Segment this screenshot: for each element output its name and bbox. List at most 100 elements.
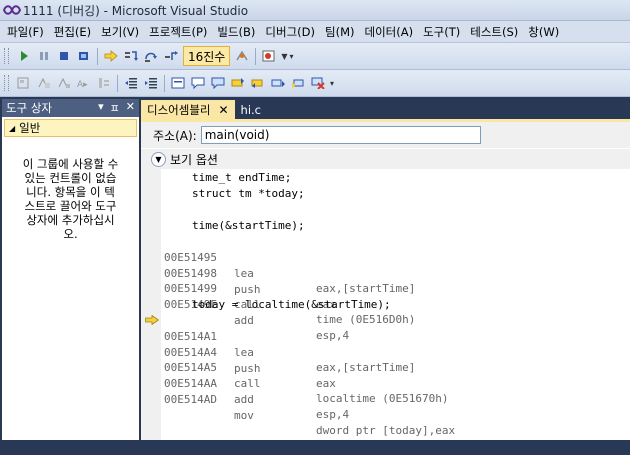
empty-message-line: 오. [63,227,78,241]
menu-window[interactable]: 창(W) [523,24,564,40]
disassembly-window: 주소(A): main(void) ▼ 보기 옵션 time_t endTime… [141,119,630,440]
toolbox-title-bar: 도구 상자 ▾ ㅍ ✕ [2,99,139,117]
continue-icon[interactable] [15,47,33,65]
title-bar: 1111 (디버깅) - Microsoft Visual Studio [0,0,630,21]
asm-opcode: add [234,392,254,406]
toggle-bookmark-icon[interactable] [209,74,227,92]
asm-line: 00E514AD mov dword ptr [today],eax [164,376,455,455]
close-icon[interactable]: ✕ [218,103,228,117]
menu-test[interactable]: 테스트(S) [465,24,523,40]
previous-bookmark-icon[interactable] [229,74,247,92]
tab-label: hi.c [240,103,262,117]
quick-info-icon[interactable] [55,74,73,92]
restart-icon[interactable] [75,47,93,65]
document-tab-bar: 디스어셈블리 ✕ hi.c [141,99,630,119]
asm-opcode: lea [234,266,254,280]
asm-operands: esp,4 [316,408,350,422]
expand-arrow-icon: ◢ [9,123,16,133]
asm-operands: eax,[startTime] [316,282,416,296]
asm-opcode: push [234,361,261,375]
toolbar-separator [117,74,118,92]
asm-opcode: lea [234,345,254,359]
comment-out-icon[interactable] [169,74,187,92]
menu-build[interactable]: 빌드(B) [212,24,260,40]
toolbox-group-general[interactable]: ◢ 일반 [4,119,137,137]
tab-label: 디스어셈블리 [147,102,211,117]
menu-edit[interactable]: 편집(E) [49,24,96,40]
chevron-down-icon[interactable]: ▼ [281,52,287,61]
complete-word-icon[interactable]: A▸ [75,74,93,92]
source-line: struct tm *today; [192,187,305,200]
asm-opcode: call [234,376,261,390]
indicator-margin[interactable] [141,169,161,440]
auto-hide-pin-icon[interactable]: ㅍ [110,100,120,116]
address-bar: 주소(A): main(void) [141,122,630,148]
parameter-info-icon[interactable] [35,74,53,92]
empty-message-line: 상자에 추가하십시 [26,213,115,227]
toolbar-separator [97,47,98,65]
menu-debug[interactable]: 디버그(D) [260,24,320,40]
break-all-icon[interactable] [35,47,53,65]
uncomment-icon[interactable] [189,74,207,92]
svg-text:A▸: A▸ [77,80,88,89]
address-label: 주소(A): [153,128,197,143]
visual-studio-icon [3,3,21,17]
asm-operands: localtime (0E51670h) [316,392,449,406]
object-members-icon[interactable] [15,74,33,92]
toolbar-separator [255,47,257,65]
asm-operands: eax [316,377,336,391]
breakpoints-window-icon[interactable] [260,47,278,65]
toolbar-grip[interactable] [4,48,9,64]
view-options-label: 보기 옵션 [170,152,218,167]
toolbox-empty-message: 이 그룹에 사용할 수 있는 컨트롤이 없습 니다. 항목을 이 텍 스트로 끌… [2,157,139,241]
menu-view[interactable]: 보기(V) [96,24,144,40]
source-line: time_t endTime; [192,171,292,184]
close-icon[interactable]: ✕ [126,100,135,116]
stop-debugging-icon[interactable] [55,47,73,65]
window-title: 1111 (디버깅) - Microsoft Visual Studio [23,3,249,18]
increase-indent-icon[interactable] [142,74,160,92]
current-instruction-arrow-icon [145,315,159,325]
display-word-completion-icon[interactable] [95,74,113,92]
toolbar-grip[interactable] [4,75,9,91]
empty-message-line: 니다. 항목을 이 텍 [26,185,115,199]
step-into-icon[interactable] [122,47,140,65]
tab-disassembly[interactable]: 디스어셈블리 ✕ [141,100,235,119]
hexadecimal-display-toggle[interactable]: 16진수 [183,46,231,66]
menu-team[interactable]: 팀(M) [320,24,359,40]
chevron-down-icon[interactable]: ▼ [151,151,166,167]
decrease-indent-icon[interactable] [122,74,140,92]
source-line: today = localtime(&startTime); [192,298,391,311]
show-next-statement-icon[interactable] [102,47,120,65]
step-over-icon[interactable] [142,47,160,65]
next-bookmark-in-folder-icon[interactable] [289,74,307,92]
menu-bar: 파일(F) 편집(E) 보기(V) 프로젝트(P) 빌드(B) 디버그(D) 팀… [0,21,630,43]
empty-message-line: 스트로 끌어와 도구 [24,199,117,213]
menu-project[interactable]: 프로젝트(P) [144,24,212,40]
window-position-dropdown-icon[interactable]: ▾ [98,100,104,116]
tab-hi-c[interactable]: hi.c [235,101,267,119]
empty-message-line: 있는 컨트롤이 없습 [24,171,117,185]
menu-file[interactable]: 파일(F) [2,24,49,40]
next-bookmark-icon[interactable] [249,74,267,92]
previous-bookmark-in-folder-icon[interactable] [269,74,287,92]
toolbar-options-icon[interactable]: ▾ [290,52,294,61]
show-threads-icon[interactable] [233,47,251,65]
step-out-icon[interactable] [162,47,180,65]
asm-opcode: mov [234,408,254,422]
view-options-bar[interactable]: ▼ 보기 옵션 [141,149,630,169]
toolbox-title: 도구 상자 [6,101,52,115]
address-input[interactable]: main(void) [200,126,481,144]
toolbar-separator [164,74,165,92]
asm-operands: time (0E516D0h) [316,313,416,327]
disassembly-code[interactable]: time_t endTime; struct tm *today; time(&… [141,169,630,440]
source-line: time(&startTime); [192,219,305,232]
toolbox-group-label: 일반 [19,121,41,135]
menu-tools[interactable]: 도구(T) [418,24,465,40]
toolbar-options-icon[interactable]: ▾ [330,79,334,88]
clear-bookmarks-icon[interactable] [309,74,327,92]
asm-operands: eax,[startTime] [316,361,416,375]
empty-message-line: 이 그룹에 사용할 수 [22,157,119,171]
text-editor-toolbar: A▸ ▾ [0,70,630,97]
menu-data[interactable]: 데이터(A) [359,24,418,40]
